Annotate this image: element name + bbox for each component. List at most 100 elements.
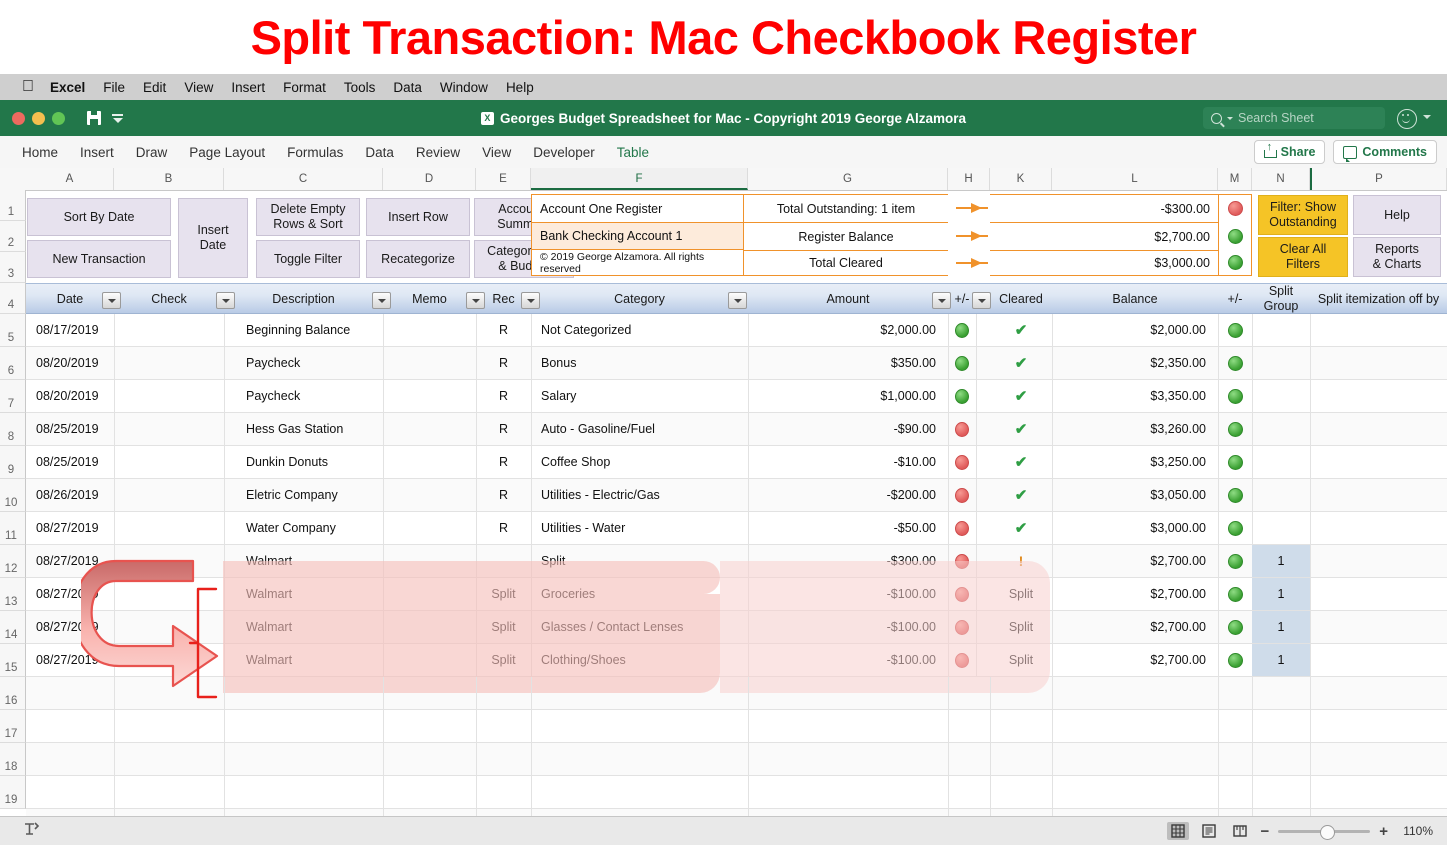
th-cleared[interactable]: Cleared	[990, 284, 1052, 313]
th-amount[interactable]: Amount	[748, 284, 948, 313]
cell-amount[interactable]: -$300.00	[748, 545, 948, 577]
column-header-a[interactable]: A	[26, 168, 114, 190]
menu-item-view[interactable]: View	[184, 80, 213, 95]
column-header-m[interactable]: M	[1218, 168, 1252, 190]
cell-category[interactable]: Utilities - Electric/Gas	[531, 479, 748, 511]
insert-date-button[interactable]: Insert Date	[178, 198, 248, 278]
cell-balance_dot[interactable]	[1218, 479, 1252, 511]
cell-date[interactable]: 08/20/2019	[26, 380, 114, 412]
cell-date[interactable]: 08/27/2019	[26, 644, 114, 676]
cell-rec[interactable]: R	[476, 413, 531, 445]
cell-amount_dot[interactable]	[948, 512, 976, 544]
normal-view-button[interactable]	[1167, 822, 1190, 840]
cell-category[interactable]: Bonus	[531, 347, 748, 379]
cell-description[interactable]: Walmart	[224, 545, 383, 577]
filter-show-outstanding-button[interactable]: Filter: Show Outstanding	[1258, 195, 1348, 235]
cell-amount[interactable]: -$200.00	[748, 479, 948, 511]
th-balance-sign[interactable]: +/-	[1218, 284, 1252, 313]
cell-memo[interactable]	[383, 644, 476, 676]
cell-balance[interactable]: $2,700.00	[1052, 545, 1218, 577]
cell-split_group[interactable]	[1252, 413, 1310, 445]
cell-rec[interactable]: Split	[476, 611, 531, 643]
row-header-6[interactable]: 6	[0, 347, 26, 380]
table-row[interactable]: 08/20/2019 Paycheck R Salary $1,000.00 ✔ $3,35…	[26, 380, 1447, 413]
th-date[interactable]: Date	[26, 284, 114, 313]
th-check[interactable]: Check	[114, 284, 224, 313]
cell-description[interactable]: Eletric Company	[224, 479, 383, 511]
cell-split_group[interactable]: 1	[1252, 644, 1310, 676]
table-row-empty[interactable]	[26, 710, 1447, 743]
filter-dropdown-category[interactable]	[728, 292, 747, 309]
cell-description[interactable]: Paycheck	[224, 380, 383, 412]
cell-check[interactable]	[114, 314, 224, 346]
page-layout-view-button[interactable]	[1198, 822, 1220, 840]
cell-split_off_by[interactable]	[1310, 446, 1447, 478]
tab-insert[interactable]: Insert	[80, 145, 114, 160]
spreadsheet-grid[interactable]: A B C D E F G H K L M N P 1 2 3 4 5 6 7 8 9 10 11 1…	[0, 168, 1447, 816]
cell-split_group[interactable]	[1252, 512, 1310, 544]
cell-split_off_by[interactable]	[1310, 479, 1447, 511]
cell-split_group[interactable]	[1252, 347, 1310, 379]
cell-description[interactable]: Dunkin Donuts	[224, 446, 383, 478]
cell-split_group[interactable]: 1	[1252, 545, 1310, 577]
cell-amount_dot[interactable]	[948, 314, 976, 346]
cell-amount_dot[interactable]	[948, 347, 976, 379]
cell-memo[interactable]	[383, 413, 476, 445]
menu-item-excel[interactable]: Excel	[50, 80, 85, 95]
cell-balance_dot[interactable]	[1218, 578, 1252, 610]
cell-split_group[interactable]	[1252, 314, 1310, 346]
cell-split_group[interactable]: 1	[1252, 578, 1310, 610]
cell-check[interactable]	[114, 545, 224, 577]
cell-memo[interactable]	[383, 512, 476, 544]
cell-balance_dot[interactable]	[1218, 512, 1252, 544]
layout-direction-icon[interactable]	[22, 820, 40, 843]
cell-memo[interactable]	[383, 479, 476, 511]
column-header-f[interactable]: F	[531, 168, 748, 190]
recategorize-button[interactable]: Recategorize	[366, 240, 470, 278]
row-header-5[interactable]: 5	[0, 314, 26, 347]
table-row-empty[interactable]	[26, 677, 1447, 710]
cell-cleared[interactable]: Split	[990, 644, 1052, 676]
cell-amount_dot[interactable]	[948, 380, 976, 412]
cell-date[interactable]: 08/25/2019	[26, 413, 114, 445]
cell-description[interactable]: Walmart	[224, 644, 383, 676]
sort-by-date-button[interactable]: Sort By Date	[27, 198, 171, 236]
cell-check[interactable]	[114, 512, 224, 544]
row-header-10[interactable]: 10	[0, 479, 26, 512]
row-header-12[interactable]: 12	[0, 545, 26, 578]
cell-cleared[interactable]: ✔	[990, 512, 1052, 544]
table-row[interactable]: 08/27/2019 Water Company R Utilities - Wate…	[26, 512, 1447, 545]
cell-split_group[interactable]	[1252, 446, 1310, 478]
cell-date[interactable]: 08/20/2019	[26, 347, 114, 379]
cell-rec[interactable]: Split	[476, 578, 531, 610]
cell-rec[interactable]: R	[476, 446, 531, 478]
cell-balance[interactable]: $3,250.00	[1052, 446, 1218, 478]
zoom-slider-knob[interactable]	[1320, 824, 1336, 840]
reports-charts-button[interactable]: Reports & Charts	[1353, 237, 1441, 277]
cell-memo[interactable]	[383, 611, 476, 643]
cell-date[interactable]: 08/27/2019	[26, 545, 114, 577]
cell-date[interactable]: 08/25/2019	[26, 446, 114, 478]
cell-balance[interactable]: $2,700.00	[1052, 611, 1218, 643]
cell-split_group[interactable]	[1252, 380, 1310, 412]
cell-description[interactable]: Water Company	[224, 512, 383, 544]
cell-amount_dot[interactable]	[948, 413, 976, 445]
cell-cleared[interactable]: ✔	[990, 314, 1052, 346]
column-header-l[interactable]: L	[1052, 168, 1218, 190]
column-header-p[interactable]: P	[1310, 168, 1447, 190]
delete-empty-rows-sort-button[interactable]: Delete Empty Rows & Sort	[256, 198, 360, 236]
th-balance[interactable]: Balance	[1052, 284, 1218, 313]
menu-item-edit[interactable]: Edit	[143, 80, 166, 95]
cell-balance_dot[interactable]	[1218, 413, 1252, 445]
cell-split_off_by[interactable]	[1310, 413, 1447, 445]
tab-view[interactable]: View	[482, 145, 511, 160]
cell-split_off_by[interactable]	[1310, 545, 1447, 577]
cell-amount[interactable]: -$90.00	[748, 413, 948, 445]
cell-amount[interactable]: -$100.00	[748, 644, 948, 676]
apple-icon[interactable]: 	[22, 79, 34, 95]
table-row[interactable]: 08/25/2019 Hess Gas Station R Auto - Gasoli…	[26, 413, 1447, 446]
th-description[interactable]: Description	[224, 284, 383, 313]
menu-item-insert[interactable]: Insert	[231, 80, 265, 95]
cell-cleared[interactable]: Split	[990, 611, 1052, 643]
cell-date[interactable]: 08/26/2019	[26, 479, 114, 511]
